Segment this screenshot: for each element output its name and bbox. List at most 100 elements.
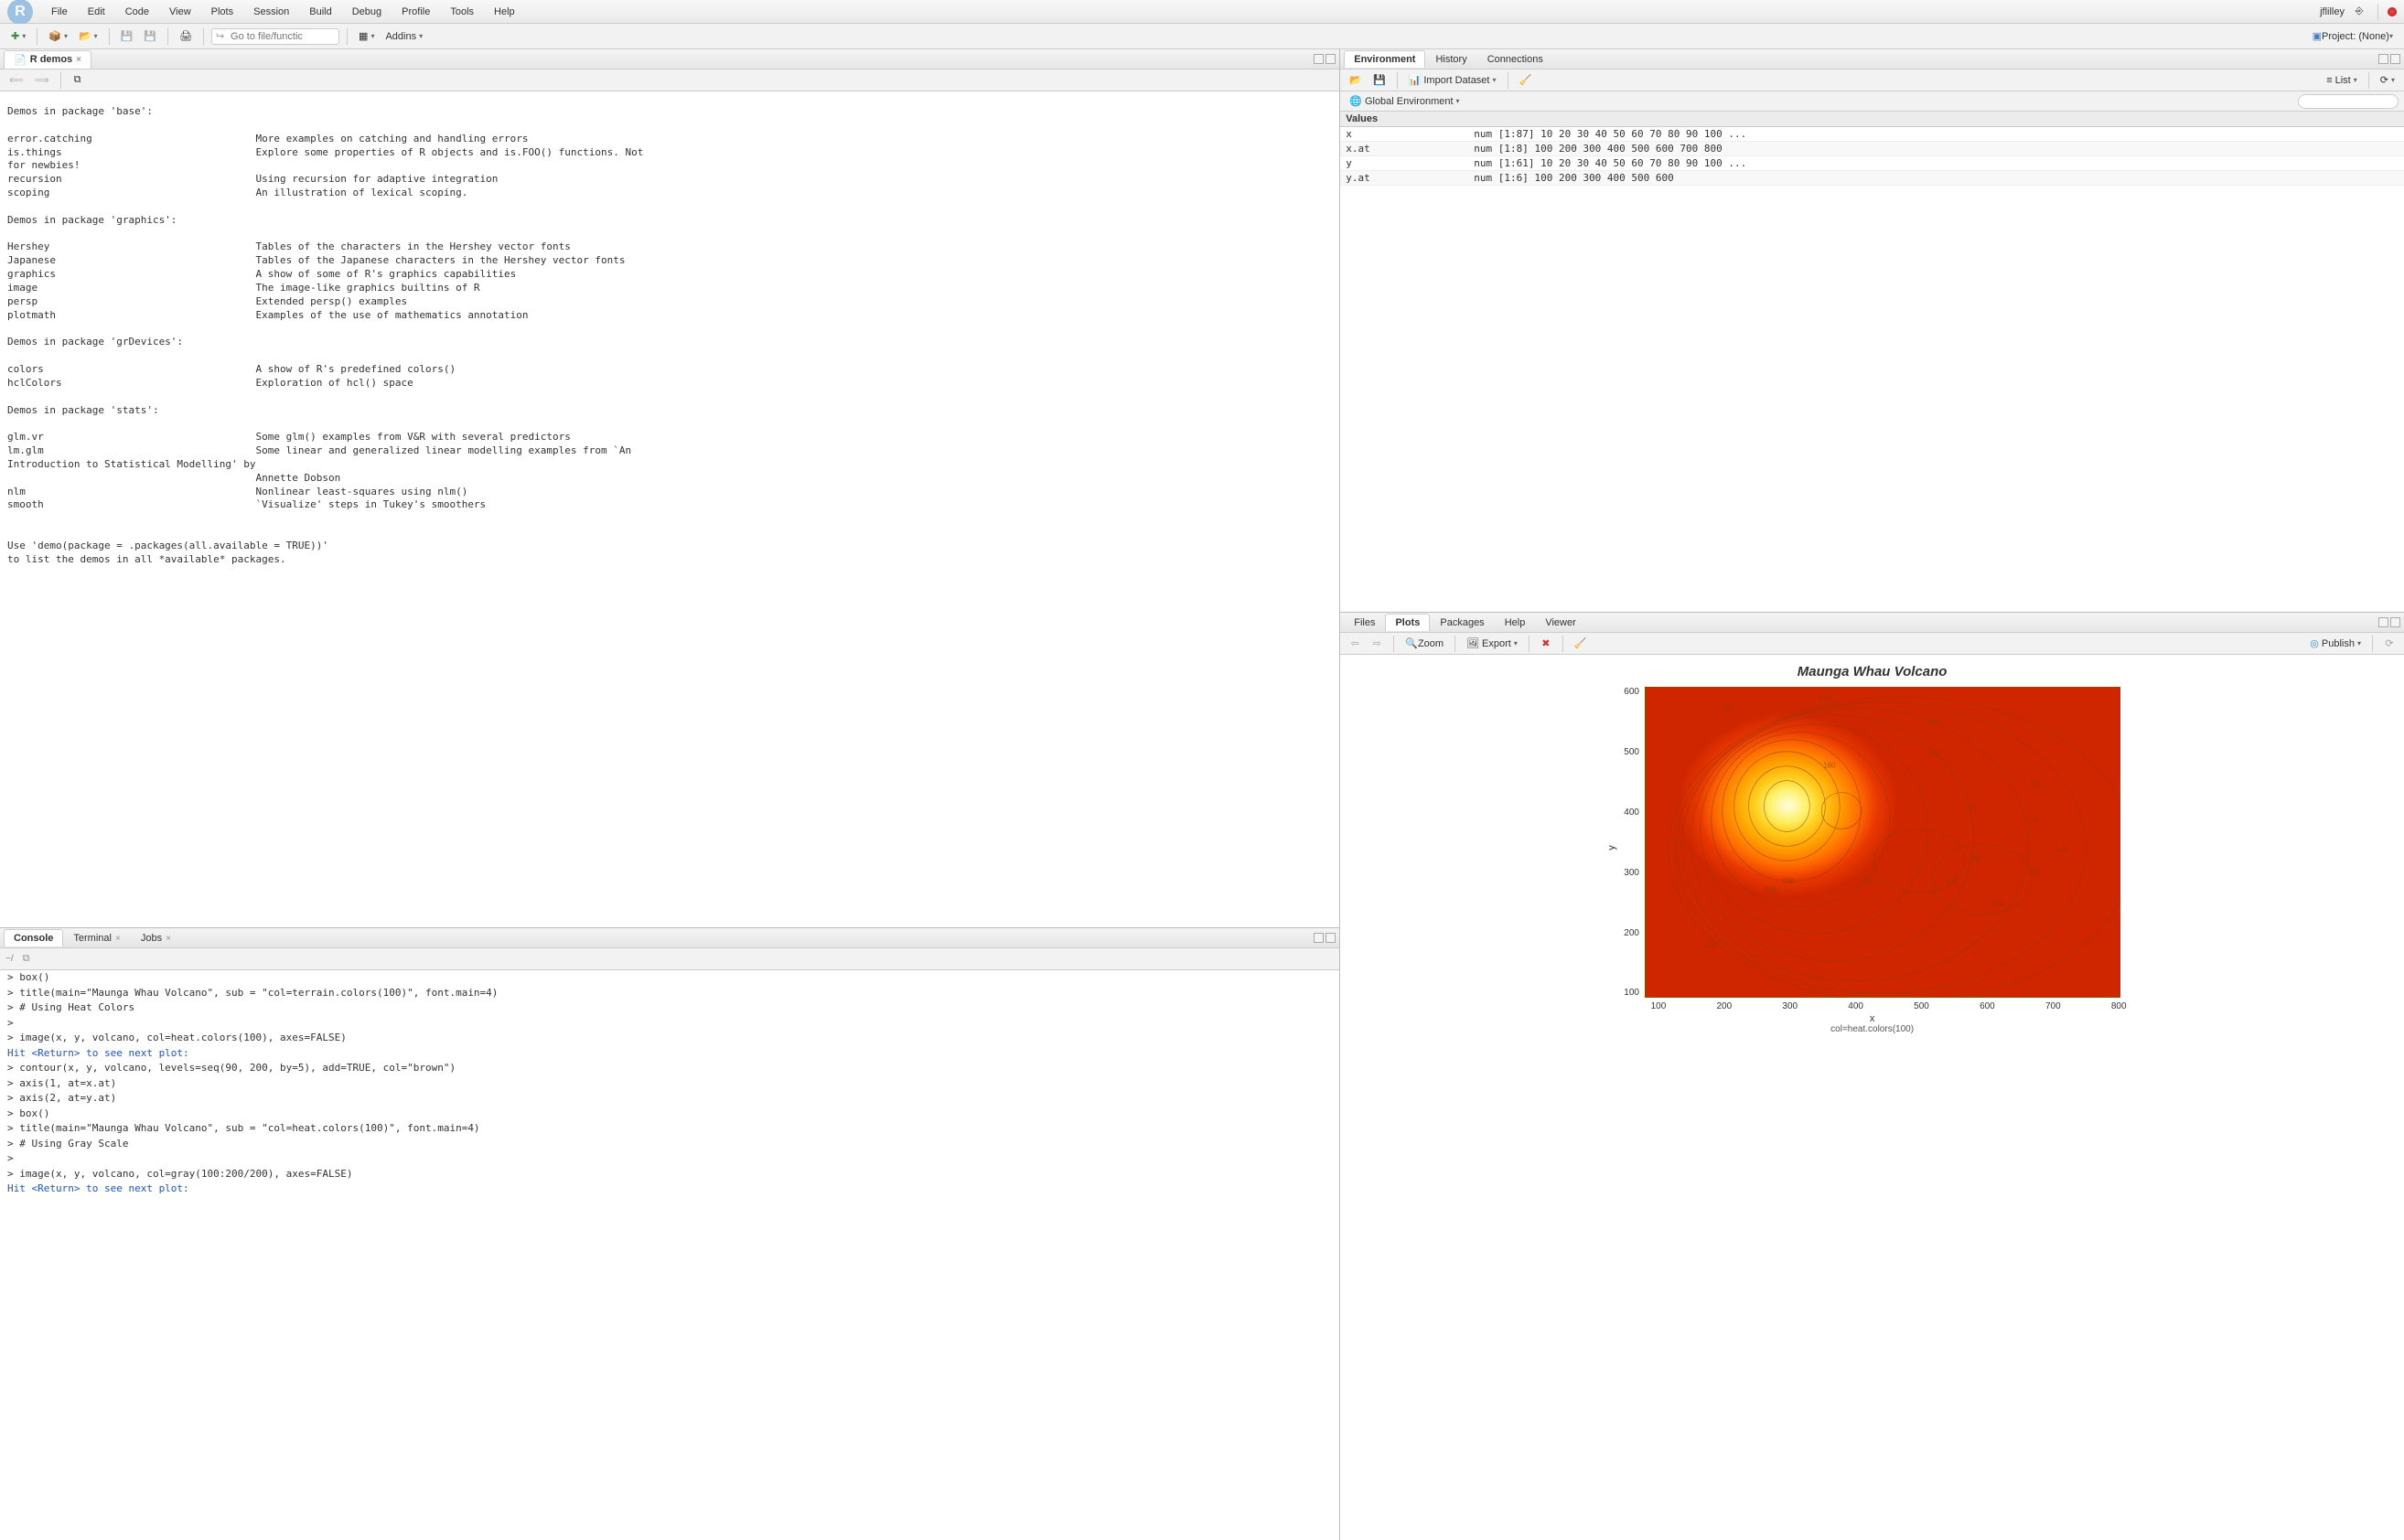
- publish-button[interactable]: ◎ Publish ▾: [2306, 635, 2365, 653]
- x-tick: 500: [1914, 1001, 1929, 1011]
- save-button[interactable]: 💾: [117, 27, 137, 46]
- x-tick: 800: [2111, 1001, 2127, 1011]
- plots-tab-viewer[interactable]: Viewer: [1535, 614, 1585, 631]
- console-output[interactable]: > box() > title(main="Maunga Whau Volcan…: [0, 970, 1339, 1540]
- svg-text:185: 185: [1764, 887, 1776, 895]
- export-button[interactable]: 🖼 Export ▾: [1463, 635, 1521, 653]
- console-tabs: ConsoleTerminal ×Jobs ×: [0, 928, 1339, 948]
- console-tab-console[interactable]: Console: [4, 929, 63, 946]
- minimize-pane-icon[interactable]: [1314, 933, 1324, 943]
- menu-build[interactable]: Build: [300, 3, 340, 21]
- minimize-pane-icon[interactable]: [2378, 54, 2388, 64]
- env-tab-environment[interactable]: Environment: [1344, 50, 1425, 68]
- refresh-plot-icon[interactable]: ⟳: [2380, 635, 2399, 653]
- maximize-pane-icon[interactable]: [1325, 54, 1336, 64]
- menu-file[interactable]: File: [42, 3, 77, 21]
- plots-tab-help[interactable]: Help: [1495, 614, 1536, 631]
- popout-icon[interactable]: ⧉: [69, 71, 87, 90]
- source-content: Demos in package 'base': error.catching …: [0, 102, 1339, 571]
- menu-debug[interactable]: Debug: [343, 3, 391, 21]
- plot-prev-icon[interactable]: ⇦: [1346, 635, 1364, 653]
- menu-tools[interactable]: Tools: [441, 3, 483, 21]
- console-line: > # Using Gray Scale: [0, 1137, 1339, 1152]
- environment-scope[interactable]: 🌐 Global Environment ▾: [1346, 92, 1463, 111]
- save-workspace-icon[interactable]: 💾: [1369, 71, 1390, 90]
- svg-text:190: 190: [1782, 878, 1795, 886]
- menu-code[interactable]: Code: [116, 3, 158, 21]
- list-view-button[interactable]: ≡ List ▾: [2323, 71, 2361, 90]
- console-line: Hit <Return> to see next plot:: [0, 1182, 1339, 1197]
- env-var-value: num [1:8] 100 200 300 400 500 600 700 80…: [1474, 143, 2399, 155]
- env-row[interactable]: ynum [1:61] 10 20 30 40 50 60 70 80 90 1…: [1340, 156, 2404, 171]
- plots-tabs: FilesPlotsPackagesHelpViewer: [1340, 613, 2404, 633]
- svg-text:120: 120: [1819, 695, 1831, 703]
- source-tab[interactable]: 📄 R demos ×: [4, 50, 91, 69]
- svg-text:175: 175: [1864, 878, 1877, 886]
- zoom-button[interactable]: 🔍 Zoom: [1401, 635, 1447, 653]
- menu-help[interactable]: Help: [485, 3, 524, 21]
- open-file-button[interactable]: 📂▾: [75, 27, 102, 46]
- goto-file-input[interactable]: [211, 28, 339, 45]
- console-tab-terminal[interactable]: Terminal ×: [63, 929, 130, 946]
- console-line: > title(main="Maunga Whau Volcano", sub …: [0, 1121, 1339, 1137]
- y-axis-ticks: 600500400300200100: [1624, 687, 1639, 998]
- maximize-pane-icon[interactable]: [2390, 54, 2400, 64]
- maximize-pane-icon[interactable]: [1325, 933, 1336, 943]
- svg-text:155: 155: [1965, 805, 1978, 813]
- svg-text:150: 150: [1928, 718, 1941, 726]
- y-tick: 200: [1624, 928, 1639, 938]
- x-tick: 300: [1782, 1001, 1798, 1011]
- back-icon[interactable]: ⟸: [5, 71, 27, 90]
- signout-icon[interactable]: ⎆: [2350, 3, 2368, 21]
- menu-edit[interactable]: Edit: [79, 3, 114, 21]
- y-tick: 300: [1624, 868, 1639, 878]
- minimize-pane-icon[interactable]: [2378, 617, 2388, 627]
- menu-plots[interactable]: Plots: [202, 3, 242, 21]
- remove-plot-icon[interactable]: ✖: [1537, 635, 1555, 653]
- grid-button[interactable]: ▦▾: [355, 27, 378, 46]
- console-line: > box(): [0, 1107, 1339, 1122]
- clear-plots-icon[interactable]: 🧹: [1571, 635, 1591, 653]
- svg-text:150: 150: [2028, 780, 2041, 788]
- plots-tab-plots[interactable]: Plots: [1385, 614, 1430, 631]
- console-tab-jobs[interactable]: Jobs ×: [131, 929, 181, 946]
- x-tick: 600: [1980, 1001, 1995, 1011]
- console-line: > contour(x, y, volcano, levels=seq(90, …: [0, 1061, 1339, 1076]
- new-file-button[interactable]: ✚▾: [7, 27, 29, 46]
- new-project-button[interactable]: 📦▾: [45, 27, 71, 46]
- env-row[interactable]: y.atnum [1:6] 100 200 300 400 500 600: [1340, 171, 2404, 186]
- env-row[interactable]: x.atnum [1:8] 100 200 300 400 500 600 70…: [1340, 142, 2404, 156]
- plots-tab-packages[interactable]: Packages: [1430, 614, 1494, 631]
- env-row[interactable]: xnum [1:87] 10 20 30 40 50 60 70 80 90 1…: [1340, 127, 2404, 142]
- console-line: > # Using Heat Colors: [0, 1000, 1339, 1016]
- plots-tab-files[interactable]: Files: [1344, 614, 1385, 631]
- load-workspace-icon[interactable]: 📂: [1346, 71, 1366, 90]
- addins-button[interactable]: Addins ▾: [381, 27, 426, 46]
- env-tab-history[interactable]: History: [1425, 50, 1476, 68]
- menu-profile[interactable]: Profile: [392, 3, 439, 21]
- refresh-icon[interactable]: ⟳▾: [2377, 71, 2399, 90]
- plot-next-icon[interactable]: ⇨: [1368, 635, 1386, 653]
- env-var-name: y.at: [1346, 172, 1474, 184]
- env-var-value: num [1:87] 10 20 30 40 50 60 70 80 90 10…: [1474, 128, 2399, 140]
- console-line: > image(x, y, volcano, col=heat.colors(1…: [0, 1031, 1339, 1046]
- close-tab-icon[interactable]: ×: [76, 55, 81, 65]
- env-tab-connections[interactable]: Connections: [1477, 50, 1553, 68]
- environment-search-input[interactable]: [2298, 94, 2399, 109]
- x-tick: 400: [1848, 1001, 1863, 1011]
- save-all-button[interactable]: 💾: [140, 27, 160, 46]
- minimize-pane-icon[interactable]: [1314, 54, 1324, 64]
- menu-session[interactable]: Session: [244, 3, 298, 21]
- power-icon[interactable]: [2388, 7, 2397, 16]
- source-tabs: 📄 R demos ×: [0, 49, 1339, 70]
- env-var-value: num [1:6] 100 200 300 400 500 600: [1474, 172, 2399, 184]
- print-button[interactable]: 🖨: [176, 27, 196, 46]
- maximize-pane-icon[interactable]: [2390, 617, 2400, 627]
- import-dataset-button[interactable]: 📊 Import Dataset ▾: [1405, 71, 1500, 90]
- forward-icon[interactable]: ⟹: [31, 71, 53, 90]
- project-menu[interactable]: ▣ Project: (None) ▾: [2309, 27, 2397, 46]
- console-popout-icon[interactable]: ⧉: [17, 950, 36, 968]
- menu-view[interactable]: View: [160, 3, 200, 21]
- x-tick: 200: [1717, 1001, 1733, 1011]
- clear-workspace-icon[interactable]: 🧹: [1516, 71, 1536, 90]
